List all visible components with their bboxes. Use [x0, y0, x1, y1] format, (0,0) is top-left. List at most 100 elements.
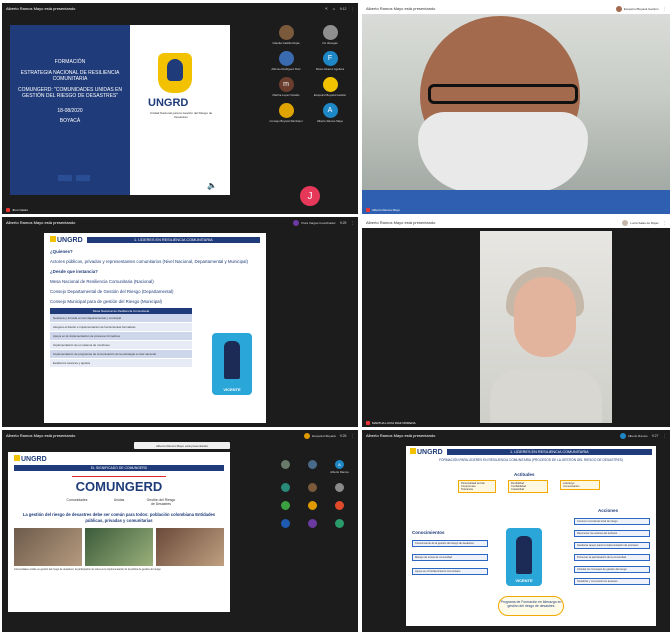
slide-line: ESTRATEGIA NACIONAL DE RESILIENCIA COMUN…	[20, 69, 120, 83]
table-row: Evalúa los avances y ajustes	[50, 359, 192, 368]
participant-tile[interactable]: Consejo Boyacá Ramiriquí	[264, 103, 308, 123]
ungrd-logo: UNGRD	[50, 236, 83, 244]
slide-header: 1. LÍDERES EN RESILIENCIA COMUNITARIA	[446, 449, 652, 455]
knowledge-box: Manejo de temas de comunidad	[412, 554, 488, 561]
participant-tile[interactable]	[326, 501, 353, 510]
level-item: Consejo Municipal para de gestión del Ri…	[50, 299, 163, 304]
participant-tile[interactable]: Ecopetrol Boyacá Gestión	[308, 77, 352, 97]
action-box: Articular los Consejos de gestión del ri…	[574, 566, 650, 573]
participant-chip[interactable]: Ecopetrol Boyacá	[304, 432, 336, 439]
participant-tile[interactable]: Claudia Castillo Rojas	[264, 25, 308, 45]
table-row: Asegura el diseño e implementación de he…	[50, 323, 192, 332]
participant-chip[interactable]: Flora Vargas Coordinador	[293, 219, 336, 226]
top-bar: Alberto Ramos Mayo está presentando Luci…	[362, 217, 670, 228]
face-mask	[418, 112, 588, 192]
participant-name: Iris Vanegas	[322, 41, 338, 45]
actions-title: Acciones	[598, 508, 619, 513]
participant-tile[interactable]: A Alberto Ramos	[326, 460, 353, 474]
participant-chip-name: Alberto Ramos	[627, 433, 648, 438]
avatar	[281, 460, 290, 469]
avatar	[615, 5, 622, 12]
ungrd-logo-icon	[158, 53, 192, 93]
participant-chip[interactable]: Alberto Ramos	[619, 432, 648, 439]
avatar	[278, 51, 294, 66]
avatar: F	[322, 51, 338, 66]
mascot-figure-icon	[516, 536, 532, 574]
top-bar: Alberto Ramos Mayo está presentando ⇱ ☺ …	[2, 3, 358, 14]
more-icon[interactable]: ⋮	[663, 221, 667, 225]
top-bar: Alberto Ramos Mayo está presentando Flor…	[2, 217, 358, 228]
acronym-labels: Comunidades Unidas Gestión del Riesgo de…	[14, 498, 224, 506]
ungrd-logo-icon	[14, 455, 20, 461]
screen-share-icon[interactable]: ⇱	[325, 7, 328, 11]
meeting-tile-presentation-1: Alberto Ramos Mayo está presentando ⇱ ☺ …	[2, 3, 358, 214]
avatar	[622, 219, 629, 226]
slide-line: BOYACÁ	[59, 118, 81, 124]
participant-tile[interactable]	[299, 501, 326, 510]
participant-chip-name: Flora Vargas Coordinador	[301, 220, 336, 225]
slide-leader-profile: UNGRD 1. LÍDERES EN RESILIENCIA COMUNITA…	[406, 446, 656, 626]
table-row: Gestiona y formula a nivel departamental…	[50, 314, 192, 323]
slide-logo-area: UNGRD Unidad Nacional para la Gestión de…	[130, 25, 230, 195]
participant-tile[interactable]	[326, 483, 353, 492]
participant-tile[interactable]: F Flavio Alvarez Aguilera	[308, 51, 352, 71]
participant-tile[interactable]: Alfonso Rodriguez Ruiz	[264, 51, 308, 71]
participant-tile[interactable]	[272, 501, 299, 510]
participant-tile[interactable]	[299, 460, 326, 469]
meeting-tile-video-2: Alberto Ramos Mayo está presentando Ecop…	[362, 3, 670, 214]
photo-strip	[14, 528, 224, 566]
attitude-box: Personalidad acorde Compromiso Tolerancia	[458, 480, 496, 493]
top-bar: Alberto Ramos Mayo está presentando Albe…	[362, 430, 670, 441]
participant-chip-name: Lucia Salas de Rojas	[630, 220, 659, 225]
self-avatar[interactable]: J	[300, 186, 320, 206]
action-box: Reconocer los actores del territorio	[574, 530, 650, 537]
clock-time: 9:26	[339, 433, 347, 438]
participant-tile[interactable]: m Martha Lopez Giraldo	[264, 77, 308, 97]
acronym-label: Comunidades	[66, 498, 88, 502]
attitudes-title: Actitudes	[514, 472, 535, 477]
presenting-banner: Alberto Ramos Mayo está presentando	[134, 442, 230, 449]
presenting-title: Alberto Ramos Mayo está presentando	[366, 6, 436, 11]
participant-name: Claudia Castillo Rojas	[272, 41, 300, 45]
logo-subtitle: Unidad Nacional para la Gestión del Ries…	[149, 111, 213, 119]
meeting-tile-presentation-5: Alberto Ramos Mayo está presentando Ecop…	[2, 430, 358, 632]
participant-tile[interactable]: A Alberto Ramos Mayo	[308, 103, 352, 123]
avatar	[304, 432, 311, 439]
participant-tile[interactable]	[272, 519, 299, 528]
name-bar: MARTHA LUCIA DIAZ MORENA	[366, 421, 416, 425]
participant-tile[interactable]	[272, 460, 299, 469]
attitude-box: Liderazgo Comunicación	[560, 480, 600, 490]
participant-tile[interactable]	[326, 519, 353, 528]
people-icon[interactable]: ☺	[332, 7, 336, 11]
participant-video	[480, 231, 612, 423]
clock-time: 9:25	[339, 220, 347, 225]
slide-line: FORMACIÓN	[54, 59, 86, 65]
table-row: Implementación de un sistema de monitore…	[50, 341, 192, 350]
presenting-title: Alberto Ramos Mayo está presentando	[6, 220, 76, 225]
slide-title-text-block: FORMACIÓN ESTRATEGIA NACIONAL DE RESILIE…	[10, 25, 130, 195]
vicente-mascot: VICENTE	[212, 333, 252, 395]
more-icon[interactable]: ⋮	[663, 434, 667, 438]
participant-tile[interactable]	[299, 519, 326, 528]
more-icon[interactable]: ⋮	[351, 434, 355, 438]
slide-footnote: Comunidades unidas en gestión del riesgo…	[14, 568, 161, 571]
action-box: Socializar y comunicar los avances	[574, 578, 650, 585]
participant-tile[interactable]: Iris Vanegas	[308, 25, 352, 45]
participant-name: Alfonso Rodriguez Ruiz	[271, 67, 301, 71]
more-icon[interactable]: ⋮	[351, 221, 355, 225]
participant-tile[interactable]	[272, 483, 299, 492]
community-photo	[156, 528, 224, 566]
question-who: ¿Quienes?	[50, 249, 73, 254]
participant-tile[interactable]	[299, 483, 326, 492]
participant-chip[interactable]: Lucia Salas de Rojas	[622, 219, 659, 226]
more-icon[interactable]: ⋮	[663, 7, 667, 11]
participant-chip[interactable]: Ecopetrol Boyacá Gestión	[615, 5, 659, 12]
speaker-icon[interactable]: 🔈	[207, 181, 217, 190]
more-icon[interactable]: ⋮	[351, 7, 355, 11]
mascot-label: VICENTE	[515, 578, 533, 583]
logo-text: UNGRD	[148, 97, 189, 109]
avatar	[281, 483, 290, 492]
meeting-tile-video-4: Alberto Ramos Mayo está presentando Luci…	[362, 217, 670, 427]
answer-who: Actores públicos, privados y representan…	[50, 259, 248, 264]
avatar: A	[322, 103, 338, 118]
